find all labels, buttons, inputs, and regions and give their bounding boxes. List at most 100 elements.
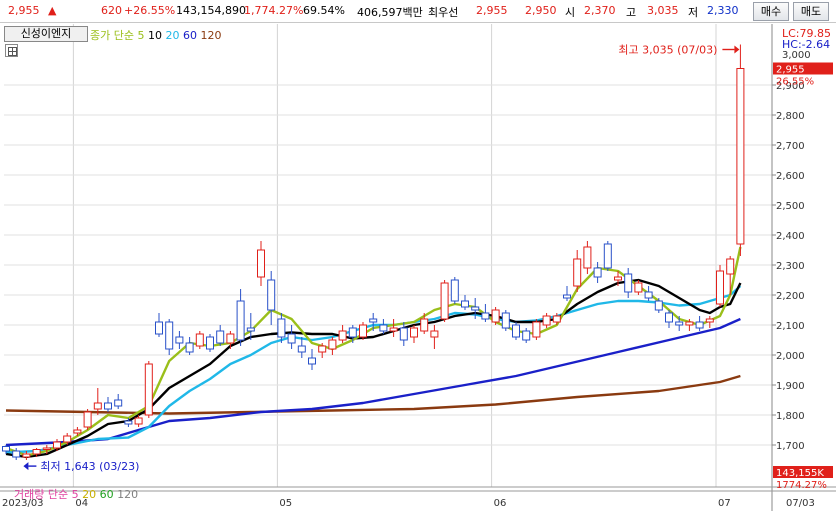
- candle-body: [603, 243, 612, 269]
- price-change-pct: +26.55%: [124, 4, 176, 17]
- low-price: 2,330: [707, 4, 739, 17]
- best-bid: 2,950: [525, 4, 557, 17]
- candle-body: [206, 336, 214, 350]
- candle-body: [2, 446, 10, 452]
- candle-body: [563, 294, 571, 299]
- high-label: 고: [626, 6, 637, 19]
- candle-body: [430, 330, 439, 338]
- candle-body: [226, 333, 235, 344]
- candle-body: [410, 327, 418, 338]
- ma-legend-20: 20: [165, 29, 180, 42]
- stock-name-button[interactable]: 신성이엔지: [4, 26, 88, 42]
- price-axis-label: 1,900: [776, 381, 805, 392]
- candle-body: [236, 300, 245, 341]
- candle-body: [573, 258, 582, 287]
- candle-body: [348, 327, 357, 338]
- candle-body: [216, 330, 225, 344]
- candle-body: [124, 420, 133, 425]
- candle-body: [491, 309, 500, 323]
- candle-body: [318, 345, 327, 353]
- time-axis-label: 05: [279, 498, 292, 509]
- candle-body: [297, 345, 306, 353]
- buy-button[interactable]: 매수: [753, 2, 789, 21]
- candle-body: [675, 321, 684, 326]
- ma-legend-10: 10: [147, 29, 162, 42]
- volume-legend: 거래량 단순 5 20 60 120: [14, 486, 138, 502]
- low-label: 저: [688, 6, 699, 19]
- candle-body: [501, 312, 510, 329]
- open-label: 시: [565, 6, 576, 19]
- candle-body: [195, 333, 204, 347]
- candle-body: [42, 447, 51, 450]
- volume-box-label: 143,155K: [776, 468, 824, 479]
- candle-body: [736, 68, 745, 245]
- candle-body: [450, 279, 459, 302]
- candle-body: [726, 258, 735, 275]
- time-axis-label: 07: [718, 498, 731, 509]
- price-axis-label: 2,500: [776, 201, 805, 212]
- price-chart[interactable]: 2,9002,8002,7002,6002,5002,4002,3002,200…: [0, 23, 836, 511]
- candle-body: [338, 330, 347, 341]
- candle-body: [583, 246, 592, 269]
- candle-body: [155, 321, 163, 335]
- candle-body: [144, 363, 153, 416]
- price-axis-label: 1,800: [776, 411, 805, 422]
- volume-pct-label: 1774.27%: [776, 480, 827, 491]
- time-cursor-label: 07/03: [786, 498, 815, 509]
- price-axis-label: 2,600: [776, 171, 805, 182]
- vol-legend-60: 60: [99, 488, 114, 501]
- candle-body: [685, 321, 694, 326]
- sell-button[interactable]: 매도: [793, 2, 829, 21]
- trade-volume: 143,154,890: [176, 4, 246, 17]
- candle-body: [552, 315, 561, 323]
- candle-body: [359, 324, 367, 338]
- trade-value: 406,597백만: [357, 6, 423, 19]
- ma-legend-5: 5: [137, 29, 145, 42]
- price-axis-label: 1,700: [776, 441, 805, 452]
- price-axis-label: 2,300: [776, 261, 805, 272]
- ma-legend-120: 120: [200, 29, 222, 42]
- candle-body: [114, 399, 123, 407]
- grid-icon[interactable]: [5, 44, 18, 57]
- candle-body: [624, 273, 633, 293]
- candle-body: [134, 417, 143, 425]
- current-price-label: 2,955: [776, 65, 805, 76]
- price-change: 620: [101, 4, 122, 17]
- candle-body: [73, 429, 82, 434]
- vol-legend-prefix: 거래량 단순: [14, 488, 69, 501]
- vol-legend-5: 5: [71, 488, 79, 501]
- candle-body: [481, 312, 490, 320]
- price-axis-label: 2,400: [776, 231, 805, 242]
- candle-body: [379, 324, 388, 332]
- price-axis-label: 2,100: [776, 321, 805, 332]
- price-axis-label: 2,800: [776, 111, 805, 122]
- low-annotation: 최저 1,643 (03/23): [40, 460, 139, 473]
- current-price: 2,955: [8, 4, 40, 17]
- time-axis-label: 06: [494, 498, 507, 509]
- ma-legend-60: 60: [182, 29, 197, 42]
- candle-body: [593, 267, 602, 278]
- candle-body: [705, 318, 714, 323]
- top-price-label: 3,000: [782, 50, 811, 61]
- candle-body: [716, 270, 724, 305]
- best-quote-label: 최우선: [428, 6, 459, 19]
- candle-body: [614, 276, 622, 281]
- candle-body: [654, 300, 663, 311]
- candle-body: [389, 327, 398, 332]
- best-ask: 2,955: [476, 4, 508, 17]
- price-axis-label: 2,700: [776, 141, 805, 152]
- candle-body: [93, 402, 102, 410]
- candle-body: [542, 315, 551, 326]
- candle-body: [522, 330, 531, 341]
- candle-body: [246, 327, 255, 332]
- candle-body: [53, 441, 61, 449]
- vol-legend-20: 20: [82, 488, 97, 501]
- candle-body: [532, 321, 541, 338]
- candle-body: [665, 312, 673, 323]
- candle-body: [267, 279, 276, 311]
- candle-body: [644, 291, 653, 299]
- volume-ratio: 1,774.27%: [244, 4, 304, 17]
- up-arrow-icon: ▲: [48, 4, 57, 17]
- candle-body: [308, 357, 316, 365]
- candle-body: [12, 450, 21, 458]
